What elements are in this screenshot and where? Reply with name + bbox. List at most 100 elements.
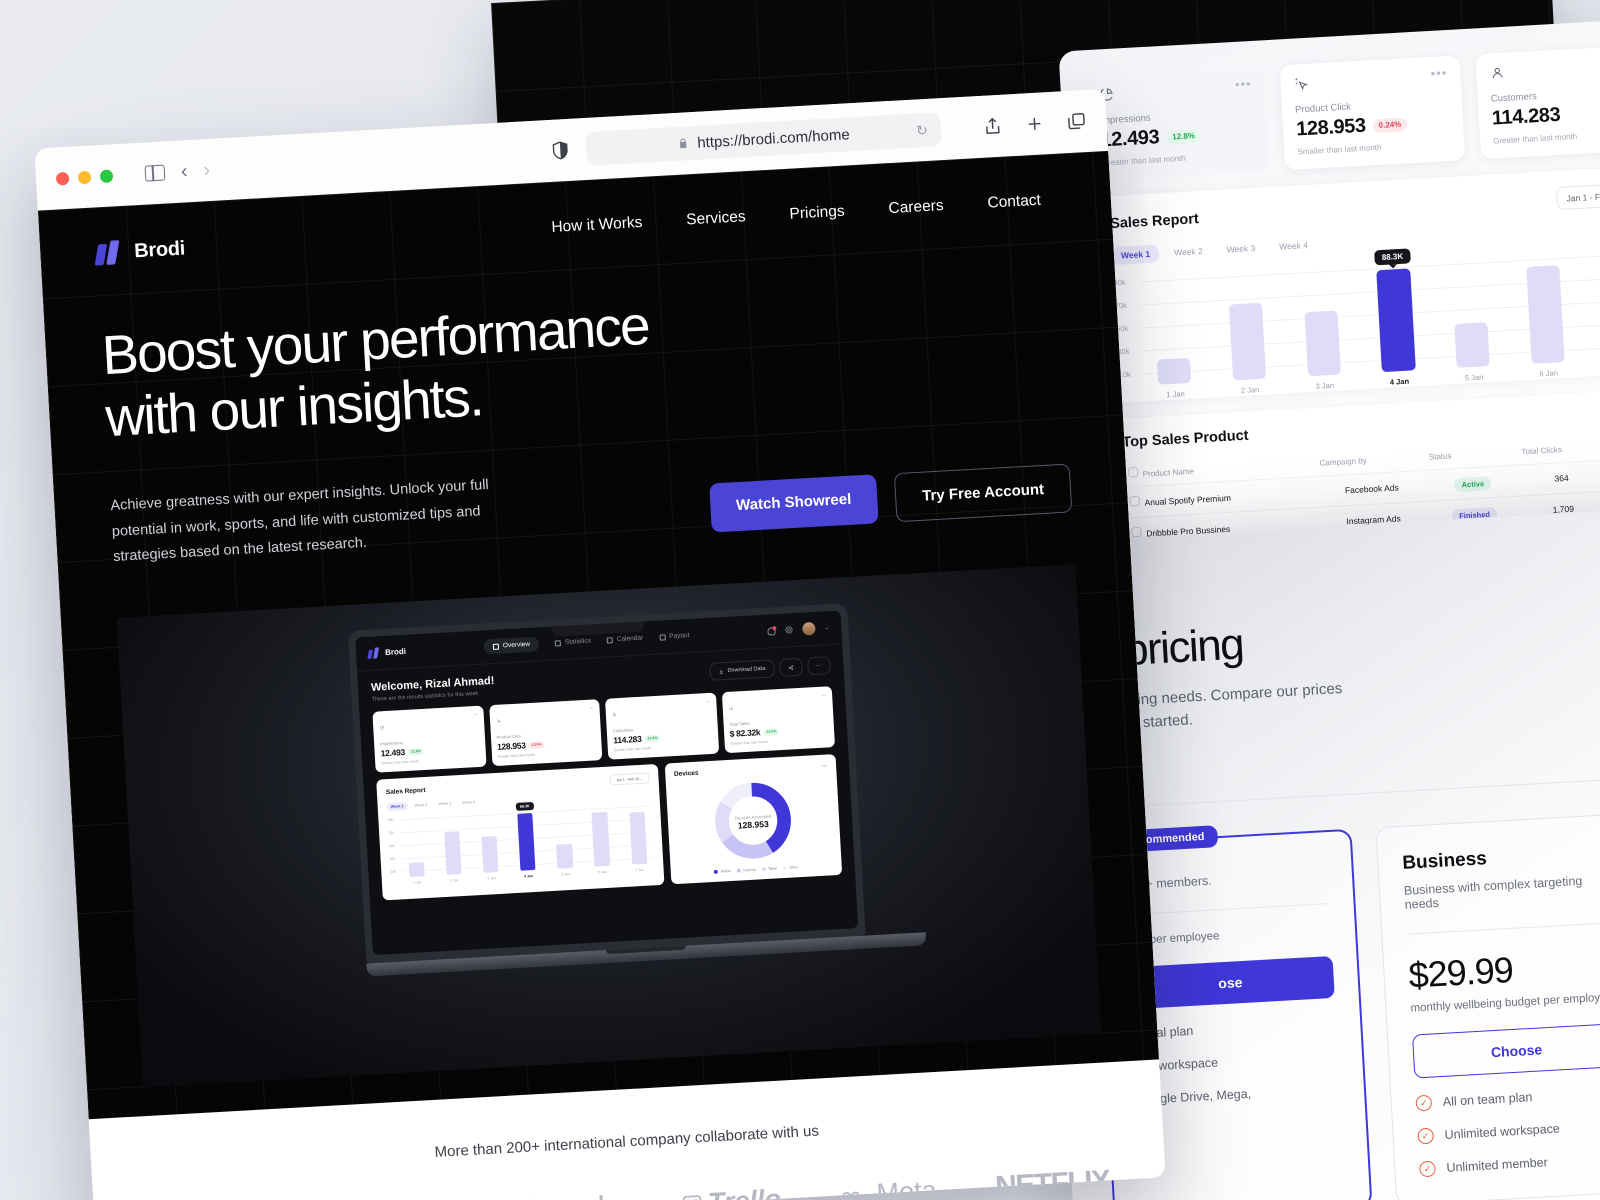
more-horizontal-icon[interactable]: ••• bbox=[822, 693, 827, 711]
pricing-card-business[interactable]: Business Business with complex targeting… bbox=[1375, 813, 1600, 1200]
bar[interactable] bbox=[408, 862, 425, 878]
bar-column[interactable]: 1 Jan bbox=[401, 814, 429, 885]
laptop-week-tab-1[interactable]: Week 1 bbox=[386, 802, 408, 812]
maximize-window-button[interactable] bbox=[99, 168, 114, 183]
bar[interactable] bbox=[556, 843, 574, 869]
laptop-week-tab-4[interactable]: Week 4 bbox=[458, 798, 479, 807]
bar[interactable] bbox=[628, 811, 648, 865]
stat-card-customers[interactable]: Customers 114.283 Greater than last mont… bbox=[1475, 44, 1600, 160]
bar-column[interactable]: 6 Jan bbox=[1514, 251, 1575, 378]
gear-icon[interactable] bbox=[784, 625, 793, 634]
bar-column[interactable]: 1 Jan bbox=[1141, 272, 1202, 399]
more-horizontal-icon[interactable]: ••• bbox=[1235, 76, 1252, 92]
bar-column[interactable]: 5 Jan bbox=[1440, 256, 1501, 383]
bar[interactable] bbox=[481, 836, 499, 874]
more-horizontal-icon[interactable]: ••• bbox=[822, 763, 828, 769]
bar[interactable] bbox=[1376, 268, 1416, 373]
laptop-week-tab-3[interactable]: Week 3 bbox=[434, 800, 455, 809]
notification-bell-icon[interactable] bbox=[767, 626, 776, 636]
dashboard-tab-calendar[interactable]: Calendar bbox=[606, 635, 643, 644]
laptop-stat-card[interactable]: ••• Product Click 128.953 0.24% Smaller than… bbox=[488, 699, 603, 767]
dashboard-tab-overview[interactable]: Overview bbox=[483, 636, 540, 655]
bar-column[interactable]: 2 Jan bbox=[1216, 268, 1277, 395]
more-horizontal-icon[interactable]: ••• bbox=[1430, 65, 1447, 81]
plan-divider bbox=[1406, 922, 1600, 935]
y-axis-tick: 50k bbox=[388, 843, 395, 848]
download-data-button[interactable]: Download Data bbox=[709, 659, 775, 682]
bar-column[interactable]: 3 Jan bbox=[1290, 264, 1351, 391]
watch-showreel-button[interactable]: Watch Showreel bbox=[708, 474, 879, 533]
bar-column[interactable]: 5 Jan bbox=[550, 806, 578, 877]
more-horizontal-icon[interactable]: ••• bbox=[473, 712, 478, 730]
nav-item-careers[interactable]: Careers bbox=[888, 197, 944, 218]
week-tab-3[interactable]: Week 3 bbox=[1217, 239, 1265, 260]
plus-icon[interactable] bbox=[1024, 113, 1045, 134]
nav-item-how-it-works[interactable]: How it Works bbox=[551, 214, 643, 237]
row-checkbox[interactable] bbox=[1129, 495, 1141, 507]
dashboard-tab-statistics[interactable]: Statistics bbox=[554, 638, 591, 647]
bar[interactable] bbox=[517, 812, 536, 872]
select-all-checkbox[interactable] bbox=[1127, 466, 1139, 478]
laptop-stat-value: 12.493 bbox=[380, 747, 406, 759]
dashboard-body: Welcome, Rizal Ahmad! These are the resu… bbox=[357, 645, 856, 913]
legend-item: Mobile bbox=[714, 869, 731, 875]
avatar[interactable] bbox=[802, 622, 816, 636]
stat-subtext: Smaller than last month bbox=[1297, 142, 1382, 157]
bar-column[interactable]: 88.3K 4 Jan bbox=[512, 802, 540, 879]
sidebar-toggle-icon[interactable] bbox=[144, 164, 166, 182]
share-button[interactable] bbox=[778, 658, 803, 678]
url-bar[interactable]: https://brodi.com/home ↻ bbox=[585, 112, 942, 166]
bar-column[interactable]: 7 Jan bbox=[1589, 247, 1600, 360]
nav-item-contact[interactable]: Contact bbox=[987, 192, 1041, 213]
date-range-selector[interactable]: Jan 1 - Feb 28 ⌄ bbox=[1555, 182, 1600, 211]
tabs-overview-icon[interactable] bbox=[1066, 111, 1087, 132]
trello-icon bbox=[682, 1194, 702, 1200]
bar[interactable] bbox=[1228, 302, 1267, 381]
bar-column[interactable]: 3 Jan bbox=[475, 810, 503, 881]
nav-item-pricings[interactable]: Pricings bbox=[789, 203, 845, 224]
bar[interactable] bbox=[591, 811, 611, 867]
bar-column[interactable]: 6 Jan bbox=[587, 804, 615, 875]
bar[interactable] bbox=[1304, 310, 1341, 377]
choose-plan-button[interactable]: Choose bbox=[1411, 1023, 1600, 1079]
nav-item-services[interactable]: Services bbox=[686, 208, 746, 229]
bar[interactable] bbox=[1454, 322, 1491, 368]
cell-clicks: 364 bbox=[1518, 460, 1600, 497]
x-axis-tick: 1 Jan bbox=[1166, 389, 1185, 400]
laptop-stat-card[interactable]: ••• Impressions 12.493 12.8% Greater than la… bbox=[372, 705, 487, 773]
stat-card-product-click[interactable]: ••• Product Click 128.953 0.24% Smaller … bbox=[1279, 55, 1466, 171]
laptop-stat-card[interactable]: ••• Customers 114.283 12.8% Greater than las… bbox=[605, 692, 719, 760]
row-checkbox[interactable] bbox=[1131, 526, 1142, 538]
shield-icon[interactable] bbox=[550, 139, 571, 162]
bar[interactable] bbox=[1156, 357, 1192, 385]
reload-icon[interactable]: ↻ bbox=[916, 121, 929, 139]
choose-plan-button[interactable]: ose bbox=[1125, 955, 1335, 1010]
minimize-window-button[interactable] bbox=[77, 170, 92, 184]
url-text: https://brodi.com/home bbox=[696, 125, 851, 152]
bar-column[interactable]: 88.3K 4 Jan bbox=[1365, 248, 1426, 387]
laptop-week-tab-2[interactable]: Week 2 bbox=[411, 801, 432, 810]
back-button-icon[interactable]: ‹ bbox=[180, 160, 188, 183]
chevron-down-icon[interactable]: ⌄ bbox=[824, 624, 829, 631]
close-window-button[interactable] bbox=[55, 171, 70, 186]
week-tab-2[interactable]: Week 2 bbox=[1165, 241, 1213, 262]
more-button[interactable]: ··· bbox=[806, 656, 831, 676]
bar[interactable] bbox=[1526, 264, 1565, 364]
share-icon[interactable] bbox=[982, 115, 1003, 138]
bar-column[interactable]: 7 Jan bbox=[624, 802, 652, 873]
week-tab-4[interactable]: Week 4 bbox=[1270, 236, 1318, 257]
legend-item: Other bbox=[782, 866, 798, 871]
bar-column[interactable]: 2 Jan bbox=[438, 812, 466, 883]
stat-value-row: 128.953 0.24% bbox=[1296, 110, 1451, 142]
laptop-stat-card[interactable]: ••• Total Sales $ 82.32k 12.8% Greater than … bbox=[721, 686, 836, 754]
more-horizontal-icon[interactable]: ••• bbox=[705, 699, 710, 717]
bar[interactable] bbox=[444, 831, 462, 876]
week-tab-1[interactable]: Week 1 bbox=[1111, 244, 1160, 266]
dashboard-brand[interactable]: Brodi bbox=[367, 646, 406, 660]
laptop-date-range[interactable]: Jan 1 - Feb 28 ⌄ bbox=[609, 772, 650, 786]
forward-button-icon[interactable]: › bbox=[203, 159, 211, 182]
try-free-account-button[interactable]: Try Free Account bbox=[893, 463, 1073, 523]
stat-card-impressions[interactable]: ••• Impressions 12.493 12.8% Greater tha… bbox=[1083, 66, 1270, 182]
dashboard-tab-payout[interactable]: Payout bbox=[659, 632, 690, 641]
more-horizontal-icon[interactable]: ••• bbox=[589, 706, 594, 724]
